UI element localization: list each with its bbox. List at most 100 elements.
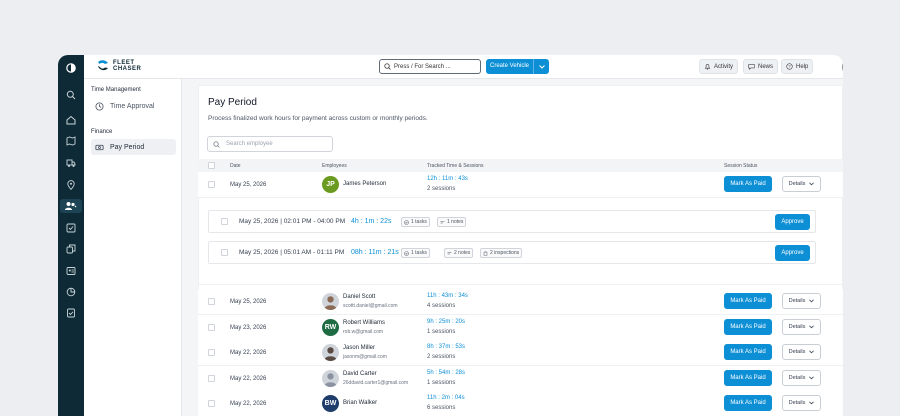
chevron-down-icon [809, 401, 815, 405]
help-label: Help [796, 63, 809, 70]
employee-name: David Carter [343, 370, 377, 377]
avatar-photo [322, 344, 339, 361]
session-datetime: May 25, 2026 | 05:01 AM - 01:11 PM [239, 249, 345, 256]
sidebar-item-pay-period[interactable]: Pay Period [91, 139, 176, 155]
avatar: BW [322, 395, 339, 412]
session-row: May 25, 2026 | 02:01 PM - 04:00 PM 4h : … [208, 210, 816, 233]
mark-as-paid-button[interactable]: Mark As Paid [724, 369, 772, 386]
column-tracked-time: Tracked Time & Sessions [427, 163, 484, 169]
employee-email: rob.w@gmail.com [343, 328, 384, 335]
id-card-icon[interactable] [63, 263, 79, 279]
news-button[interactable]: News [743, 59, 779, 74]
document-icon[interactable] [63, 305, 79, 321]
help-button[interactable]: ? Help [781, 59, 814, 74]
search-icon[interactable] [63, 87, 79, 103]
details-label: Details [788, 298, 806, 304]
copy-icon[interactable] [63, 241, 79, 257]
toggle-sidebar-icon[interactable] [63, 60, 79, 76]
session-count: 2 sessions [427, 354, 456, 360]
table-row-expanded[interactable]: May 25, 2026 JP James Peterson 12h : 11m… [198, 172, 843, 198]
session-duration: 4h : 1m : 22s [351, 218, 392, 225]
brand-logo[interactable]: FLEET CHASER [96, 59, 141, 73]
brand-mark-icon [98, 60, 108, 71]
mark-as-paid-button[interactable]: Mark As Paid [724, 395, 772, 411]
avatar-initials: BW [324, 400, 337, 407]
inspections-count: 2 inspections [490, 250, 520, 256]
details-button[interactable]: Details [782, 344, 821, 360]
employee-search-input[interactable]: Search employee [207, 136, 333, 152]
avatar: RW [322, 318, 339, 336]
truck-icon[interactable] [63, 155, 79, 171]
approve-button[interactable]: Approve [775, 245, 810, 261]
employee-name: Robert Williams [343, 319, 386, 326]
row-date: May 22, 2026 [230, 401, 267, 407]
select-all-checkbox[interactable] [208, 162, 215, 169]
column-employees: Employees [322, 163, 347, 169]
page-subtitle: Process finalized work hours for payment… [208, 115, 428, 122]
table-row[interactable]: May 22, 2026 Jason Miller jasonm@gmail.c… [198, 340, 843, 366]
row-checkbox[interactable] [208, 400, 215, 407]
table-row[interactable]: May 23, 2026 RW Robert Williams rob.w@gm… [198, 314, 843, 341]
activity-label: Activity [714, 63, 734, 70]
details-button[interactable]: Details [782, 293, 821, 309]
inspections-chip[interactable]: 2 inspections [480, 248, 523, 258]
table-row[interactable]: May 22, 2026 David Carter 26ddavid.carte… [198, 365, 843, 392]
row-date: May 25, 2026 [230, 299, 267, 305]
location-pin-icon[interactable] [63, 177, 79, 193]
tasks-chip[interactable]: 1 tasks [401, 248, 430, 258]
column-date: Date [230, 163, 241, 169]
details-button[interactable]: Details [782, 395, 821, 411]
nav-section-finance: Finance [91, 129, 113, 135]
avatar: JP [322, 176, 339, 193]
sidebar-item-pay-period-label: Pay Period [110, 143, 145, 151]
session-checkbox[interactable] [221, 218, 228, 225]
row-checkbox[interactable] [208, 181, 215, 188]
users-icon[interactable] [60, 199, 82, 213]
mark-as-paid-button[interactable]: Mark As Paid [724, 344, 772, 360]
session-count: 6 sessions [427, 405, 456, 411]
tracked-time: 11h : 2m : 04s [427, 395, 465, 401]
mark-as-paid-button[interactable]: Mark As Paid [724, 176, 772, 192]
details-button[interactable]: Details [782, 318, 821, 335]
home-icon[interactable] [63, 112, 79, 128]
create-vehicle-button[interactable]: Create Vehicle [486, 59, 549, 74]
map-icon[interactable] [63, 133, 79, 149]
row-checkbox[interactable] [208, 323, 215, 331]
employee-email: scottt.daniel@gmail.com [343, 303, 398, 309]
mark-as-paid-button[interactable]: Mark As Paid [724, 293, 772, 309]
avatar-photo [322, 293, 339, 310]
notes-chip[interactable]: 2 notes [444, 248, 474, 258]
sidebar-item-time-approval[interactable]: Time Approval [91, 98, 176, 114]
avatar-initials: RW [324, 323, 337, 331]
tasks-chip[interactable]: 1 tasks [401, 217, 430, 227]
news-label: News [758, 63, 774, 70]
details-label: Details [788, 400, 806, 406]
session-checkbox[interactable] [221, 249, 228, 256]
approve-button[interactable]: Approve [775, 214, 810, 230]
check-circle-icon [404, 219, 409, 225]
tracked-time: 12h : 11m : 43s [427, 176, 468, 182]
bell-icon [704, 64, 711, 70]
checklist-icon[interactable] [63, 220, 79, 236]
table-header: Date Employees Tracked Time & Sessions S… [198, 159, 843, 172]
chevron-down-icon[interactable] [534, 64, 549, 69]
global-search-input[interactable]: Press / For Search ... [379, 59, 481, 74]
activity-button[interactable]: Activity [699, 59, 739, 74]
row-checkbox[interactable] [208, 374, 215, 382]
top-bar: FLEET CHASER Press / For Search ... Crea… [84, 55, 843, 79]
row-date: May 22, 2026 [230, 375, 267, 382]
svg-text:?: ? [788, 64, 791, 69]
mark-as-paid-button[interactable]: Mark As Paid [724, 318, 772, 335]
table-row[interactable]: May 25, 2026 Daniel Scott scottt.daniel@… [198, 289, 843, 315]
details-button[interactable]: Details [782, 176, 821, 192]
details-button[interactable]: Details [782, 369, 821, 386]
notes-chip[interactable]: 1 notes [437, 217, 467, 227]
row-checkbox[interactable] [208, 298, 215, 305]
user-avatar[interactable] [842, 59, 843, 75]
chevron-down-icon [809, 375, 815, 379]
table-row[interactable]: May 22, 2026 BW Brian Walker 11h : 2m : … [198, 391, 843, 416]
notes-count: 1 notes [447, 219, 464, 225]
avatar [322, 293, 339, 310]
row-checkbox[interactable] [208, 349, 215, 356]
pie-chart-icon[interactable] [63, 284, 79, 300]
